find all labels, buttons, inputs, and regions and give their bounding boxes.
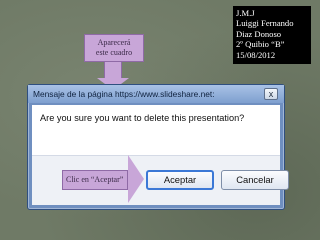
callout-line: Aparecerá bbox=[97, 38, 131, 47]
confirm-dialog: Mensaje de la página https://www.slidesh… bbox=[27, 84, 289, 210]
credit-line: J.M.J bbox=[236, 8, 255, 18]
cancel-button[interactable]: Cancelar bbox=[221, 170, 289, 190]
callout-click-accept: Clic en “Aceptar” bbox=[62, 170, 128, 190]
credit-line: Luiggi Fernando bbox=[236, 18, 294, 29]
credit-line: 2º Quibio “B” bbox=[236, 39, 285, 50]
dialog-title: Mensaje de la página https://www.slidesh… bbox=[28, 85, 284, 103]
credit-line: Diaz Donoso bbox=[236, 28, 282, 39]
right-arrow-icon bbox=[128, 155, 144, 203]
callout-line: este cuadro bbox=[95, 48, 133, 57]
callout-dialog-appears: Aparecerá este cuadro bbox=[84, 34, 144, 62]
credit-line: 15/08/2012 bbox=[236, 49, 276, 60]
close-button[interactable]: x bbox=[264, 88, 278, 100]
accept-button[interactable]: Aceptar bbox=[146, 170, 214, 190]
dialog-message: Are you sure you want to delete this pre… bbox=[40, 113, 245, 123]
down-arrow-shaft bbox=[104, 62, 122, 78]
dialog-content: Are you sure you want to delete this pre… bbox=[32, 105, 289, 205]
author-credits: J.M.J Luiggi Fernando Diaz Donoso 2º Qui… bbox=[233, 6, 311, 64]
